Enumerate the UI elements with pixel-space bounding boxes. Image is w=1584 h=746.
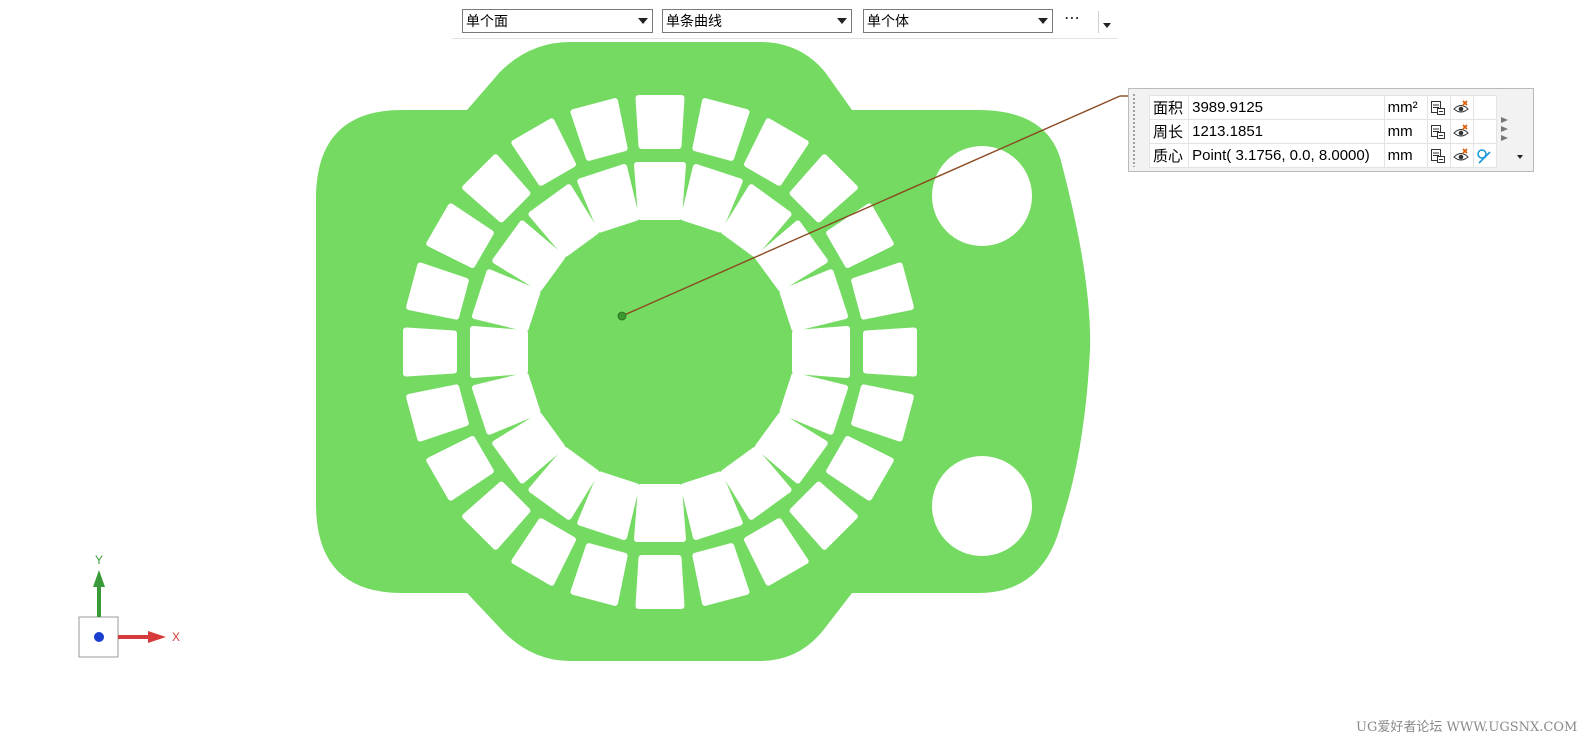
centroid-marker[interactable] [617, 311, 627, 321]
inner-slot [634, 162, 686, 220]
z-axis-dot [94, 632, 104, 642]
measure-row-centroid: 质心 Point( 3.1756, 0.0, 8.0000) mm [1148, 143, 1498, 168]
inner-slot [634, 484, 686, 542]
inner-slot [470, 326, 528, 378]
drag-handle[interactable] [1132, 93, 1137, 167]
row-unit[interactable]: mm [1383, 143, 1428, 168]
row-value[interactable]: 3989.9125 [1188, 95, 1385, 120]
measure-table: 面积 3989.9125 mm² 周长 1213.1851 mm 质心 Poin… [1148, 95, 1498, 168]
outer-slot [635, 555, 685, 609]
show-hide-eye-icon[interactable] [1449, 95, 1474, 120]
row-unit[interactable]: mm² [1383, 95, 1428, 120]
measure-row-area: 面积 3989.9125 mm² [1148, 95, 1498, 120]
row-value[interactable]: Point( 3.1756, 0.0, 8.0000) [1188, 143, 1385, 168]
measure-row-perimeter: 周长 1213.1851 mm [1148, 119, 1498, 144]
export-icon[interactable] [1426, 119, 1451, 144]
export-icon[interactable] [1426, 95, 1451, 120]
y-axis-label: Y [95, 553, 103, 567]
show-hide-eye-icon[interactable] [1449, 119, 1474, 144]
outer-slot [863, 327, 917, 377]
watermark: UG爱好者论坛 WWW.UGSNX.COM [1356, 720, 1578, 735]
export-icon[interactable] [1426, 143, 1451, 168]
expand-arrows-icon[interactable] [1501, 117, 1508, 144]
row-label: 面积 [1148, 95, 1190, 120]
inner-slot [792, 326, 850, 378]
x-axis-label: X [172, 630, 180, 644]
panel-options-icon[interactable] [1517, 155, 1523, 159]
row-unit[interactable]: mm [1383, 119, 1428, 144]
create-point-icon[interactable] [1472, 143, 1498, 168]
show-hide-eye-icon[interactable] [1449, 143, 1474, 168]
row-label: 周长 [1148, 119, 1190, 144]
measure-results-panel[interactable]: 面积 3989.9125 mm² 周长 1213.1851 mm 质心 Poin… [1128, 88, 1534, 172]
row-label: 质心 [1148, 143, 1190, 168]
view-triad[interactable]: Y X [78, 553, 180, 658]
outer-slot [635, 95, 685, 149]
x-axis-arrow-icon [148, 631, 166, 643]
row-value[interactable]: 1213.1851 [1188, 119, 1385, 144]
outer-slot [403, 327, 457, 377]
y-axis-arrow-icon [93, 570, 105, 587]
